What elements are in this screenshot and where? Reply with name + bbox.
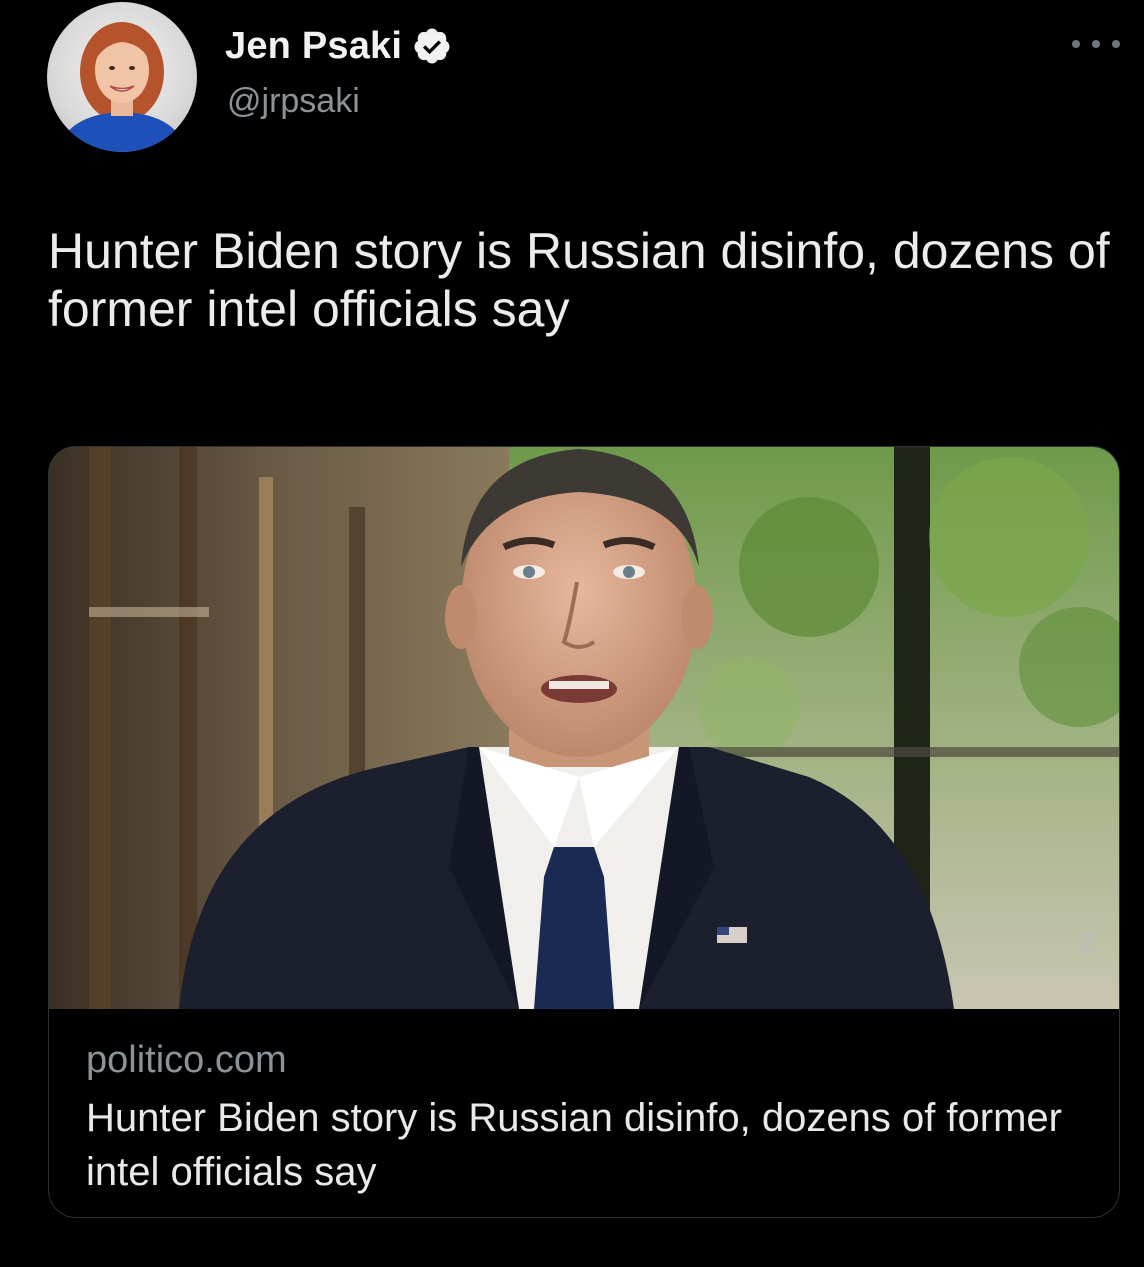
more-dot-icon bbox=[1112, 40, 1120, 48]
card-image[interactable]: 2 bbox=[49, 447, 1119, 1009]
card-domain: politico.com bbox=[86, 1039, 287, 1081]
author-name-row[interactable]: Jen Psaki bbox=[225, 22, 452, 70]
more-options-icon[interactable] bbox=[1072, 32, 1120, 56]
card-title[interactable]: Hunter Biden story is Russian disinfo, d… bbox=[86, 1091, 1086, 1199]
tweet-text: Hunter Biden story is Russian disinfo, d… bbox=[48, 223, 1110, 337]
author-display-name[interactable]: Jen Psaki bbox=[225, 25, 402, 68]
author-avatar[interactable] bbox=[47, 2, 197, 152]
more-dot-icon bbox=[1092, 40, 1100, 48]
svg-text:2: 2 bbox=[1079, 926, 1096, 959]
more-dot-icon bbox=[1072, 40, 1080, 48]
verified-badge-icon bbox=[414, 28, 450, 64]
author-handle[interactable]: @jrpsaki bbox=[227, 82, 360, 121]
link-preview-card[interactable]: 2 politico.com Hunter Biden story is Rus… bbox=[48, 446, 1120, 1218]
